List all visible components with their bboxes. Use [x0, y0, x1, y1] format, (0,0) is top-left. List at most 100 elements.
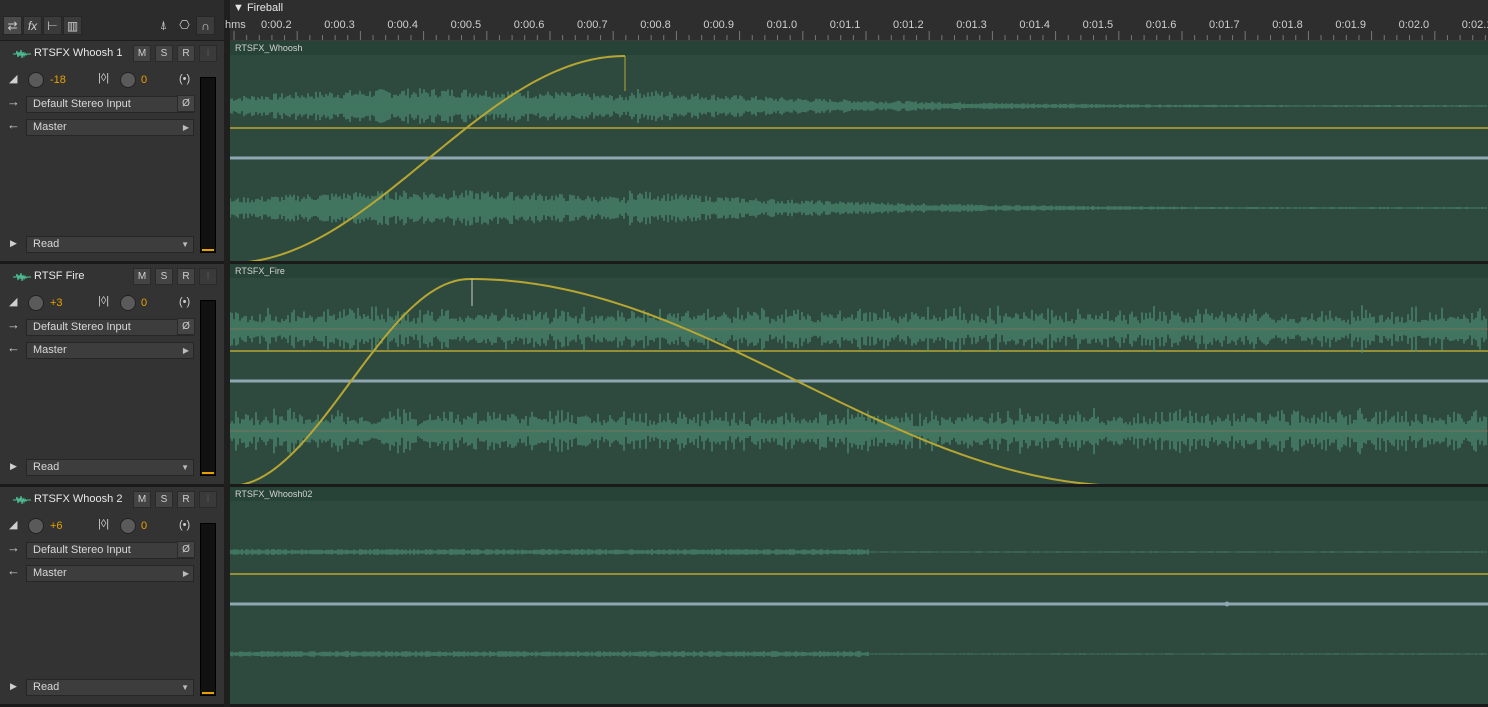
level-meter: [200, 300, 216, 476]
pan-icon: |◊|: [98, 295, 110, 307]
output-arrow-icon: ←: [7, 117, 20, 132]
input-select-value: Default Stereo Input: [33, 98, 131, 110]
waveform-icon: [13, 496, 31, 504]
audio-waveform: [230, 549, 1487, 555]
chevron-down-icon: ▼: [181, 240, 189, 249]
record-button[interactable]: R: [177, 491, 195, 508]
output-select-value: Master: [33, 344, 67, 356]
audio-waveform: [230, 88, 1487, 124]
output-select-value: Master: [33, 567, 67, 579]
timeline-ruler[interactable]: ▼ Fireball hms 0:00.2 0:00.3 0:00.4 0:00.5 0…: [225, 0, 1488, 41]
stereo-icon[interactable]: (•): [179, 73, 190, 85]
pan-knob[interactable]: [120, 72, 136, 88]
input-select-value: Default Stereo Input: [33, 321, 131, 333]
volume-value[interactable]: +6: [50, 520, 63, 532]
pan-icon: |◊|: [98, 518, 110, 530]
clip-lane[interactable]: RTSFX_Whoosh02: [230, 487, 1488, 707]
solo-button[interactable]: S: [155, 491, 173, 508]
waveform-icon: [13, 273, 31, 281]
phase-invert-button[interactable]: Ø: [177, 95, 195, 112]
pan-value[interactable]: 0: [141, 74, 147, 86]
automation-select[interactable]: Read ▼: [26, 679, 194, 696]
volume-value[interactable]: -18: [50, 74, 66, 86]
track-header: RTSFX Whoosh 1 M S R I ◢ -18 |◊| 0 (•) →…: [0, 41, 224, 264]
clip-waveform[interactable]: [230, 41, 1488, 264]
output-arrow-icon: ←: [7, 563, 20, 578]
input-select[interactable]: Default Stereo Input▶: [26, 542, 194, 559]
audio-waveform: [230, 190, 1487, 226]
play-arrow-icon: ▶: [182, 123, 189, 132]
mute-button[interactable]: M: [133, 268, 151, 285]
input-monitor-button[interactable]: I: [199, 45, 217, 62]
track-name[interactable]: RTSF Fire: [34, 270, 85, 282]
input-arrow-icon: →: [7, 540, 20, 555]
output-arrow-icon: ←: [7, 340, 20, 355]
keyframe-point: [1224, 601, 1230, 607]
play-arrow-icon: ▶: [182, 346, 189, 355]
pan-icon: |◊|: [98, 72, 110, 84]
automation-value: Read: [33, 238, 60, 250]
output-select[interactable]: Master ▶: [26, 119, 194, 136]
chevron-down-icon: ▼: [181, 683, 189, 692]
clip-lane[interactable]: RTSFX_Fire: [230, 264, 1488, 487]
record-button[interactable]: R: [177, 45, 195, 62]
pan-knob[interactable]: [120, 518, 136, 534]
meter-peak: [202, 249, 214, 251]
input-monitor-button[interactable]: I: [199, 491, 217, 508]
automation-select[interactable]: Read ▼: [26, 459, 194, 476]
stereo-icon[interactable]: (•): [179, 519, 190, 531]
eq-icon[interactable]: ▥: [63, 16, 82, 35]
input-monitor-button[interactable]: I: [199, 268, 217, 285]
track-header: RTSF Fire M S R I ◢ +3 |◊| 0 (•) → Defau…: [0, 264, 224, 487]
headphones-icon[interactable]: ∩: [196, 16, 215, 35]
clip-waveform[interactable]: [230, 487, 1488, 707]
clip-lane[interactable]: RTSFX_Whoosh: [230, 41, 1488, 264]
expand-icon[interactable]: ▶: [10, 238, 17, 249]
pan-knob[interactable]: [120, 295, 136, 311]
input-select[interactable]: Default Stereo Input▶: [26, 319, 194, 336]
record-arm-icon[interactable]: ⎔: [175, 16, 194, 35]
expand-icon[interactable]: ▶: [10, 681, 17, 692]
audio-waveform: [230, 407, 1487, 455]
volume-knob[interactable]: [28, 295, 44, 311]
output-select-value: Master: [33, 121, 67, 133]
stereo-icon[interactable]: (•): [179, 296, 190, 308]
automation-value: Read: [33, 461, 60, 473]
record-button[interactable]: R: [177, 268, 195, 285]
output-select[interactable]: Master ▶: [26, 342, 194, 359]
solo-button[interactable]: S: [155, 45, 173, 62]
input-select-value: Default Stereo Input: [33, 544, 131, 556]
automation-select[interactable]: Read ▼: [26, 236, 194, 253]
ruler-ticks: [233, 31, 1486, 40]
output-select[interactable]: Master ▶: [26, 565, 194, 582]
volume-knob[interactable]: [28, 518, 44, 534]
waveform-icon: [13, 50, 31, 58]
volume-icon: ◢: [9, 296, 18, 308]
volume-value[interactable]: +3: [50, 297, 63, 309]
phase-invert-button[interactable]: Ø: [177, 541, 195, 558]
clip-waveform[interactable]: [230, 264, 1488, 487]
track-header-toolbar: ⇄ fx ⊢ ▥ ⍋ ⎔ ∩: [0, 0, 224, 41]
expand-icon[interactable]: ▶: [10, 461, 17, 472]
fx-icon[interactable]: fx: [23, 16, 42, 35]
mute-button[interactable]: M: [133, 491, 151, 508]
volume-knob[interactable]: [28, 72, 44, 88]
meter-peak: [202, 472, 214, 474]
pan-value[interactable]: 0: [141, 297, 147, 309]
track-name[interactable]: RTSFX Whoosh 1: [34, 47, 122, 59]
track-name[interactable]: RTSFX Whoosh 2: [34, 493, 122, 505]
send-icon[interactable]: ⊢: [43, 16, 62, 35]
multitrack-editor: ⇄ fx ⊢ ▥ ⍋ ⎔ ∩ ▼ Fireball hms 0:00.2 0:00…: [0, 0, 1488, 707]
pan-value[interactable]: 0: [141, 520, 147, 532]
swap-icon[interactable]: ⇄: [3, 16, 22, 35]
automation-value: Read: [33, 681, 60, 693]
solo-button[interactable]: S: [155, 268, 173, 285]
input-select[interactable]: Default Stereo Input▶: [26, 96, 194, 113]
track-header: RTSFX Whoosh 2 M S R I ◢ +6 |◊| 0 (•) → …: [0, 487, 224, 707]
metronome-icon[interactable]: ⍋: [154, 16, 173, 35]
phase-invert-button[interactable]: Ø: [177, 318, 195, 335]
play-arrow-icon: ▶: [182, 569, 189, 578]
volume-icon: ◢: [9, 73, 18, 85]
chevron-down-icon: ▼: [181, 463, 189, 472]
mute-button[interactable]: M: [133, 45, 151, 62]
